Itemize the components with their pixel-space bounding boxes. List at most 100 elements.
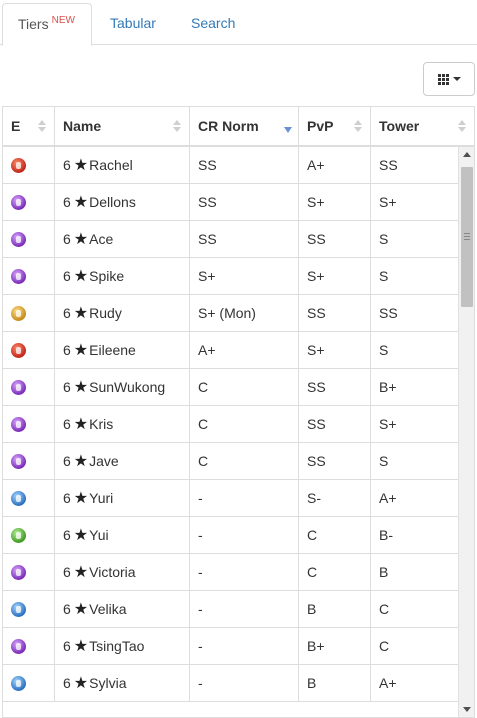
header-tower-label: Tower — [379, 118, 420, 134]
cell-name: 6 ★Dellons — [55, 184, 190, 221]
cell-name: 6 ★Yui — [55, 517, 190, 554]
star-icon: ★ — [73, 231, 89, 248]
cell-element — [3, 665, 55, 702]
star-count: 6 — [63, 194, 71, 210]
star-icon: ★ — [73, 453, 89, 470]
tab-tabular[interactable]: Tabular — [95, 3, 171, 45]
grid-icon — [437, 73, 449, 85]
hero-name: TsingTao — [89, 638, 145, 654]
hero-name: Yuri — [89, 490, 114, 506]
header-cr-norm[interactable]: CR Norm — [190, 107, 299, 145]
table-row[interactable]: 6 ★SunWukong C SS B+ — [3, 369, 458, 406]
header-element[interactable]: E — [3, 107, 55, 145]
fire-element-icon — [11, 158, 26, 173]
tab-bar: Tiers NEW Tabular Search — [0, 0, 477, 46]
header-pvp[interactable]: PvP — [299, 107, 371, 145]
tab-tiers[interactable]: Tiers NEW — [2, 3, 92, 46]
cell-cr-norm: S+ (Mon) — [190, 295, 299, 332]
grip-icon — [464, 233, 470, 240]
table-row[interactable]: 6 ★Jave C SS S — [3, 443, 458, 480]
cell-tower: SS — [379, 157, 398, 173]
cell-pvp: B+ — [299, 628, 371, 665]
star-count: 6 — [63, 675, 71, 691]
tier-table: E Name CR Norm PvP Tower 6 ★Rachel SS A+ SS 6… — [2, 106, 475, 718]
cell-element — [3, 517, 55, 554]
cell-tower: S+ — [379, 194, 397, 210]
cell-element — [3, 295, 55, 332]
cell-name: 6 ★Velika — [55, 591, 190, 628]
cell-tower: C — [379, 601, 390, 617]
star-icon: ★ — [73, 379, 89, 396]
table-row[interactable]: 6 ★Kris C SS S+ — [3, 406, 458, 443]
star-icon: ★ — [73, 342, 89, 359]
cell-pvp: S+ — [299, 258, 371, 295]
table-row[interactable]: 6 ★Dellons SS S+ S+ — [3, 184, 458, 221]
cell-element — [3, 591, 55, 628]
cell-tower: B+ — [379, 379, 397, 395]
table-row[interactable]: 6 ★Yui - C B- — [3, 517, 458, 554]
cell-name: 6 ★Rachel — [55, 147, 190, 184]
table-row[interactable]: 6 ★TsingTao - B+ C — [3, 628, 458, 665]
tab-tiers-label: Tiers — [18, 16, 49, 32]
table-row[interactable]: 6 ★Rachel SS A+ SS — [3, 147, 458, 184]
cell-pvp: A+ — [299, 147, 371, 184]
earth-element-icon — [11, 528, 26, 543]
star-count: 6 — [63, 268, 71, 284]
cell-tower: B — [379, 564, 389, 580]
header-name[interactable]: Name — [55, 107, 190, 145]
hero-name: Dellons — [89, 194, 136, 210]
cell-cr-norm: - — [190, 554, 299, 591]
table-row[interactable]: 6 ★Ace SS SS S — [3, 221, 458, 258]
scroll-down-arrow-icon[interactable] — [463, 707, 471, 712]
star-count: 6 — [63, 342, 71, 358]
star-count: 6 — [63, 157, 71, 173]
star-icon: ★ — [73, 157, 89, 174]
water-element-icon — [11, 491, 26, 506]
table-row[interactable]: 6 ★Velika - B C — [3, 591, 458, 628]
table-row[interactable]: 6 ★Eileene A+ S+ S — [3, 332, 458, 369]
scrollbar-thumb[interactable] — [461, 167, 473, 307]
table-row[interactable]: 6 ★Victoria - C B — [3, 554, 458, 591]
cell-name: 6 ★Ace — [55, 221, 190, 258]
tab-search[interactable]: Search — [176, 3, 250, 45]
star-icon: ★ — [73, 675, 89, 692]
star-count: 6 — [63, 379, 71, 395]
light-element-icon — [11, 306, 26, 321]
sort-icon — [38, 120, 46, 132]
star-icon: ★ — [73, 638, 89, 655]
table-row[interactable]: 6 ★Yuri - S- A+ — [3, 480, 458, 517]
cell-cr-norm: SS — [190, 147, 299, 184]
star-icon: ★ — [73, 305, 89, 322]
cell-element — [3, 147, 55, 184]
scroll-up-arrow-icon[interactable] — [463, 152, 471, 157]
water-element-icon — [11, 676, 26, 691]
water-element-icon — [11, 602, 26, 617]
table-header: E Name CR Norm PvP Tower — [3, 107, 474, 147]
cell-element — [3, 443, 55, 480]
dark-element-icon — [11, 195, 26, 210]
cell-name: 6 ★Rudy — [55, 295, 190, 332]
cell-cr-norm: S+ — [190, 258, 299, 295]
star-count: 6 — [63, 453, 71, 469]
cell-tower: A+ — [379, 490, 397, 506]
vertical-scrollbar[interactable] — [458, 147, 474, 717]
table-row[interactable]: 6 ★Sylvia - B A+ — [3, 665, 458, 702]
cell-pvp: S- — [299, 480, 371, 517]
columns-toggle-button[interactable] — [423, 62, 475, 96]
header-tower[interactable]: Tower — [371, 107, 474, 145]
hero-name: Eileene — [89, 342, 136, 358]
table-row[interactable]: 6 ★Rudy S+ (Mon) SS SS — [3, 295, 458, 332]
cell-cr-norm: SS — [190, 221, 299, 258]
cell-name: 6 ★TsingTao — [55, 628, 190, 665]
cell-pvp: SS — [299, 221, 371, 258]
table-row[interactable]: 6 ★Spike S+ S+ S — [3, 258, 458, 295]
cell-name: 6 ★Yuri — [55, 480, 190, 517]
cell-tower: S — [379, 231, 389, 247]
dark-element-icon — [11, 565, 26, 580]
cell-element — [3, 221, 55, 258]
cell-cr-norm: - — [190, 480, 299, 517]
star-count: 6 — [63, 527, 71, 543]
star-icon: ★ — [73, 416, 89, 433]
cell-name: 6 ★Sylvia — [55, 665, 190, 702]
cell-cr-norm: - — [190, 665, 299, 702]
